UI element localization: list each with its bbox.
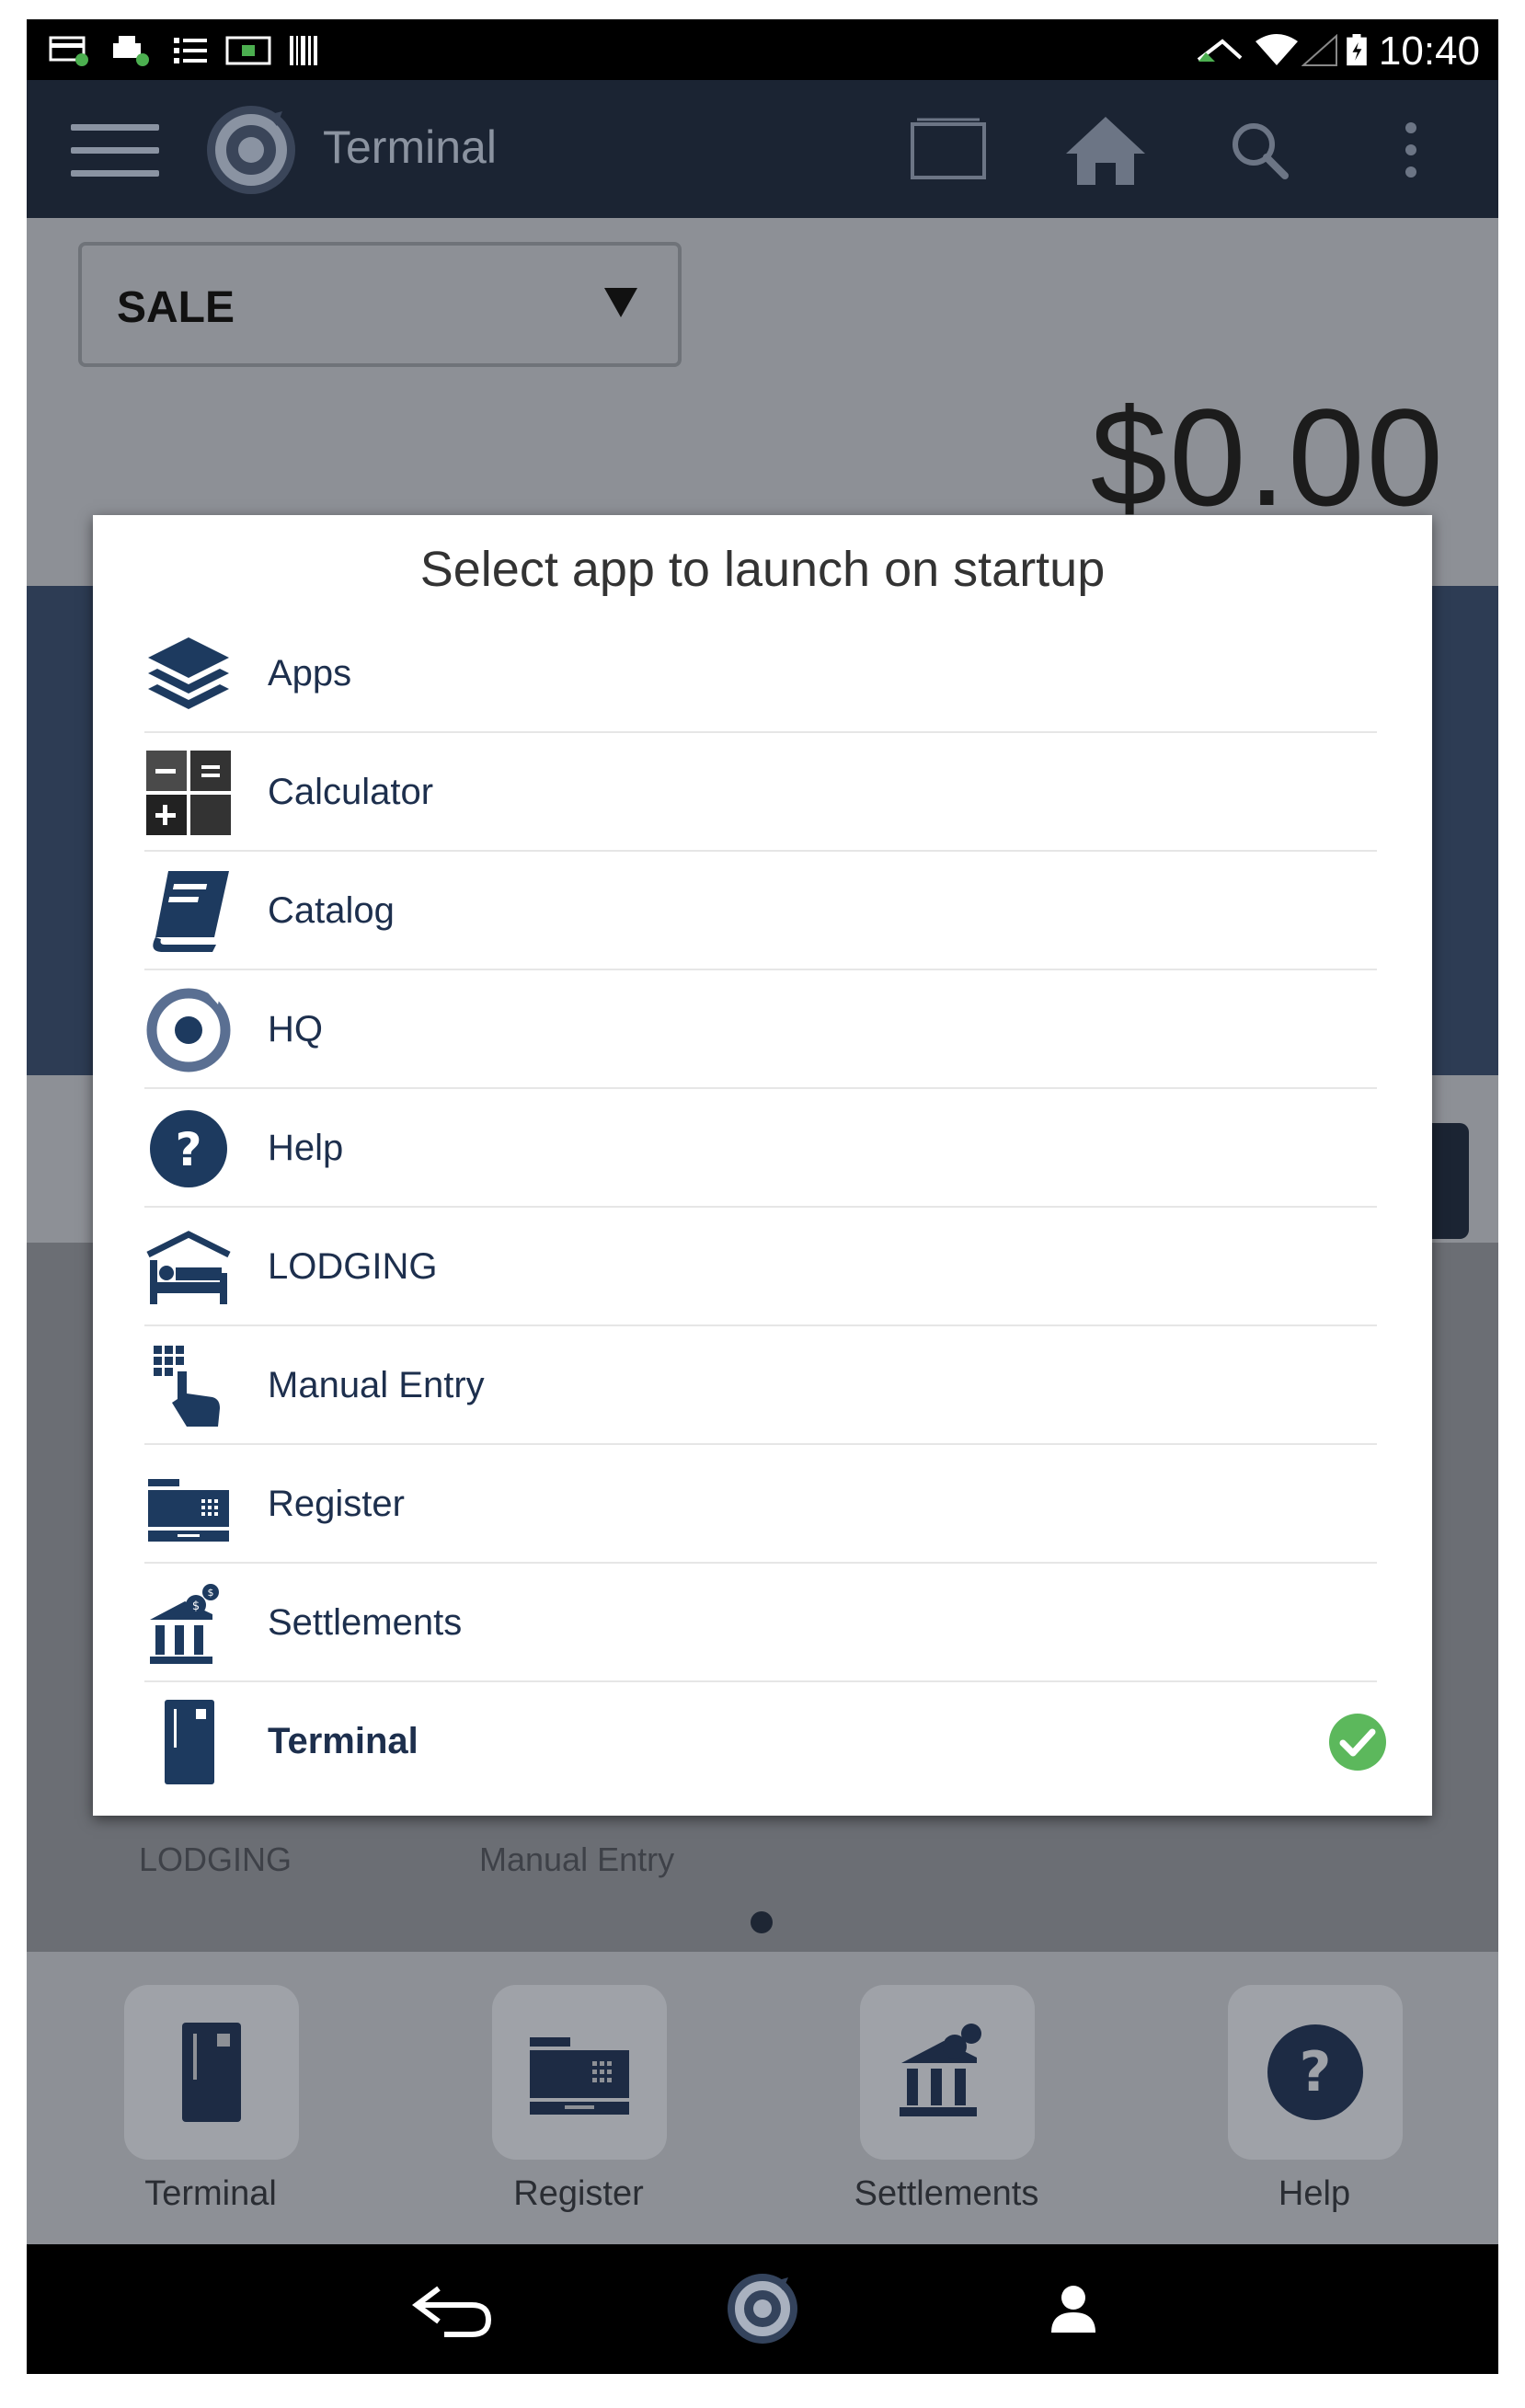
cash-register-icon <box>148 1479 229 1542</box>
more-icon[interactable] <box>1405 120 1417 179</box>
dialog-title: Select app to launch on startup <box>419 542 1106 597</box>
search-icon[interactable] <box>1230 120 1289 179</box>
logo-icon <box>207 106 295 194</box>
help-icon: ? <box>150 1110 227 1187</box>
svg-text:?: ? <box>175 1123 201 1176</box>
dock-label: Help <box>1278 2174 1351 2213</box>
list-item-lodging[interactable]: LODGING <box>144 1208 1377 1326</box>
grid-label: LODGING <box>139 1840 292 1878</box>
list-item-calculator[interactable]: Calculator <box>144 733 1377 852</box>
screen-icon <box>225 36 271 65</box>
dock-tile: ? <box>1228 1985 1403 2160</box>
app-label: Help <box>268 1128 344 1168</box>
back-icon[interactable] <box>407 2277 496 2342</box>
app-label: Catalog <box>268 890 395 931</box>
app-list: Apps Calculator Catalog HQ ? Help LODGIN… <box>144 614 1386 1801</box>
keypad-hand-icon <box>154 1346 220 1427</box>
dock-item-settlements[interactable]: Settlements <box>854 1985 1038 2215</box>
svg-text:$: $ <box>192 1600 200 1613</box>
device-screen: 10:40 Terminal SALE $0.00 LODGING Manual… <box>27 19 1498 2374</box>
dock-tile <box>124 1985 299 2160</box>
app-label: Apps <box>268 653 352 694</box>
svg-text:?: ? <box>1300 2040 1332 2104</box>
terminal-icon <box>165 1700 214 1784</box>
app-label: LODGING <box>268 1246 438 1287</box>
dock-item-terminal[interactable]: Terminal <box>119 1985 303 2215</box>
app-bar: Terminal <box>27 80 1498 218</box>
app-label: Calculator <box>268 772 434 812</box>
dock-label: Terminal <box>144 2174 277 2213</box>
list-icon <box>174 38 207 63</box>
home-logo-icon[interactable] <box>726 2272 799 2345</box>
home-icon[interactable] <box>1064 113 1147 187</box>
app-title: Terminal <box>323 121 497 173</box>
transaction-type-select[interactable]: SALE <box>78 242 682 367</box>
bank-icon: $ $ <box>150 1584 219 1664</box>
dock-item-register[interactable]: Register <box>487 1985 671 2215</box>
battery-icon <box>1347 34 1367 66</box>
dock: Terminal Register Settlements ? Help <box>27 1952 1498 2244</box>
app-label: Terminal <box>268 1721 419 1761</box>
dock-label: Register <box>513 2174 644 2213</box>
terminal-icon <box>182 2023 241 2122</box>
barcode-icon <box>290 36 317 65</box>
startup-app-dialog: Select app to launch on startup Apps Cal… <box>93 515 1432 1816</box>
list-item-terminal[interactable]: Terminal <box>144 1682 1386 1801</box>
list-item-hq[interactable]: HQ <box>144 970 1377 1089</box>
list-item-manual-entry[interactable]: Manual Entry <box>144 1326 1377 1445</box>
clock: 10:40 <box>1378 29 1480 74</box>
grid-label: Manual Entry <box>479 1840 675 1878</box>
page-indicator <box>751 1911 773 1933</box>
printer-icon <box>113 36 149 66</box>
app-label: Manual Entry <box>268 1365 485 1405</box>
user-icon[interactable] <box>1049 2283 1097 2334</box>
list-item-settlements[interactable]: $ $ Settlements <box>144 1564 1377 1682</box>
book-icon <box>153 871 229 952</box>
app-label: Settlements <box>268 1602 463 1643</box>
checkmark-icon <box>1329 1714 1386 1771</box>
status-bar: 10:40 <box>27 19 1498 80</box>
help-icon: ? <box>1267 2024 1363 2120</box>
transaction-type-value: SALE <box>117 283 235 332</box>
menu-icon[interactable] <box>71 124 159 177</box>
network-icon <box>1197 39 1243 62</box>
app-label: Register <box>268 1484 405 1524</box>
list-item-catalog[interactable]: Catalog <box>144 852 1377 970</box>
window-icon[interactable] <box>910 117 987 181</box>
list-item-register[interactable]: Register <box>144 1445 1377 1564</box>
svg-text:$: $ <box>208 1587 214 1599</box>
hq-logo-icon <box>146 988 231 1072</box>
amount-display: $0.00 <box>1090 380 1445 534</box>
navigation-bar <box>27 2244 1498 2374</box>
dropdown-arrow-icon <box>604 288 637 317</box>
wifi-icon <box>1256 34 1298 65</box>
list-item-help[interactable]: ? Help <box>144 1089 1377 1208</box>
list-item-apps[interactable]: Apps <box>144 614 1377 733</box>
dock-label: Settlements <box>854 2174 1039 2213</box>
dock-tile <box>860 1985 1035 2160</box>
layers-icon <box>148 637 229 709</box>
calculator-icon <box>146 751 231 835</box>
dock-tile <box>492 1985 667 2160</box>
bed-icon <box>146 1231 231 1304</box>
signal-icon <box>1301 34 1337 66</box>
cash-register-icon <box>530 2037 629 2115</box>
card-reader-icon <box>49 36 88 66</box>
bank-icon <box>900 2024 981 2116</box>
dock-item-help[interactable]: ? Help <box>1222 1985 1406 2215</box>
app-label: HQ <box>268 1009 323 1049</box>
